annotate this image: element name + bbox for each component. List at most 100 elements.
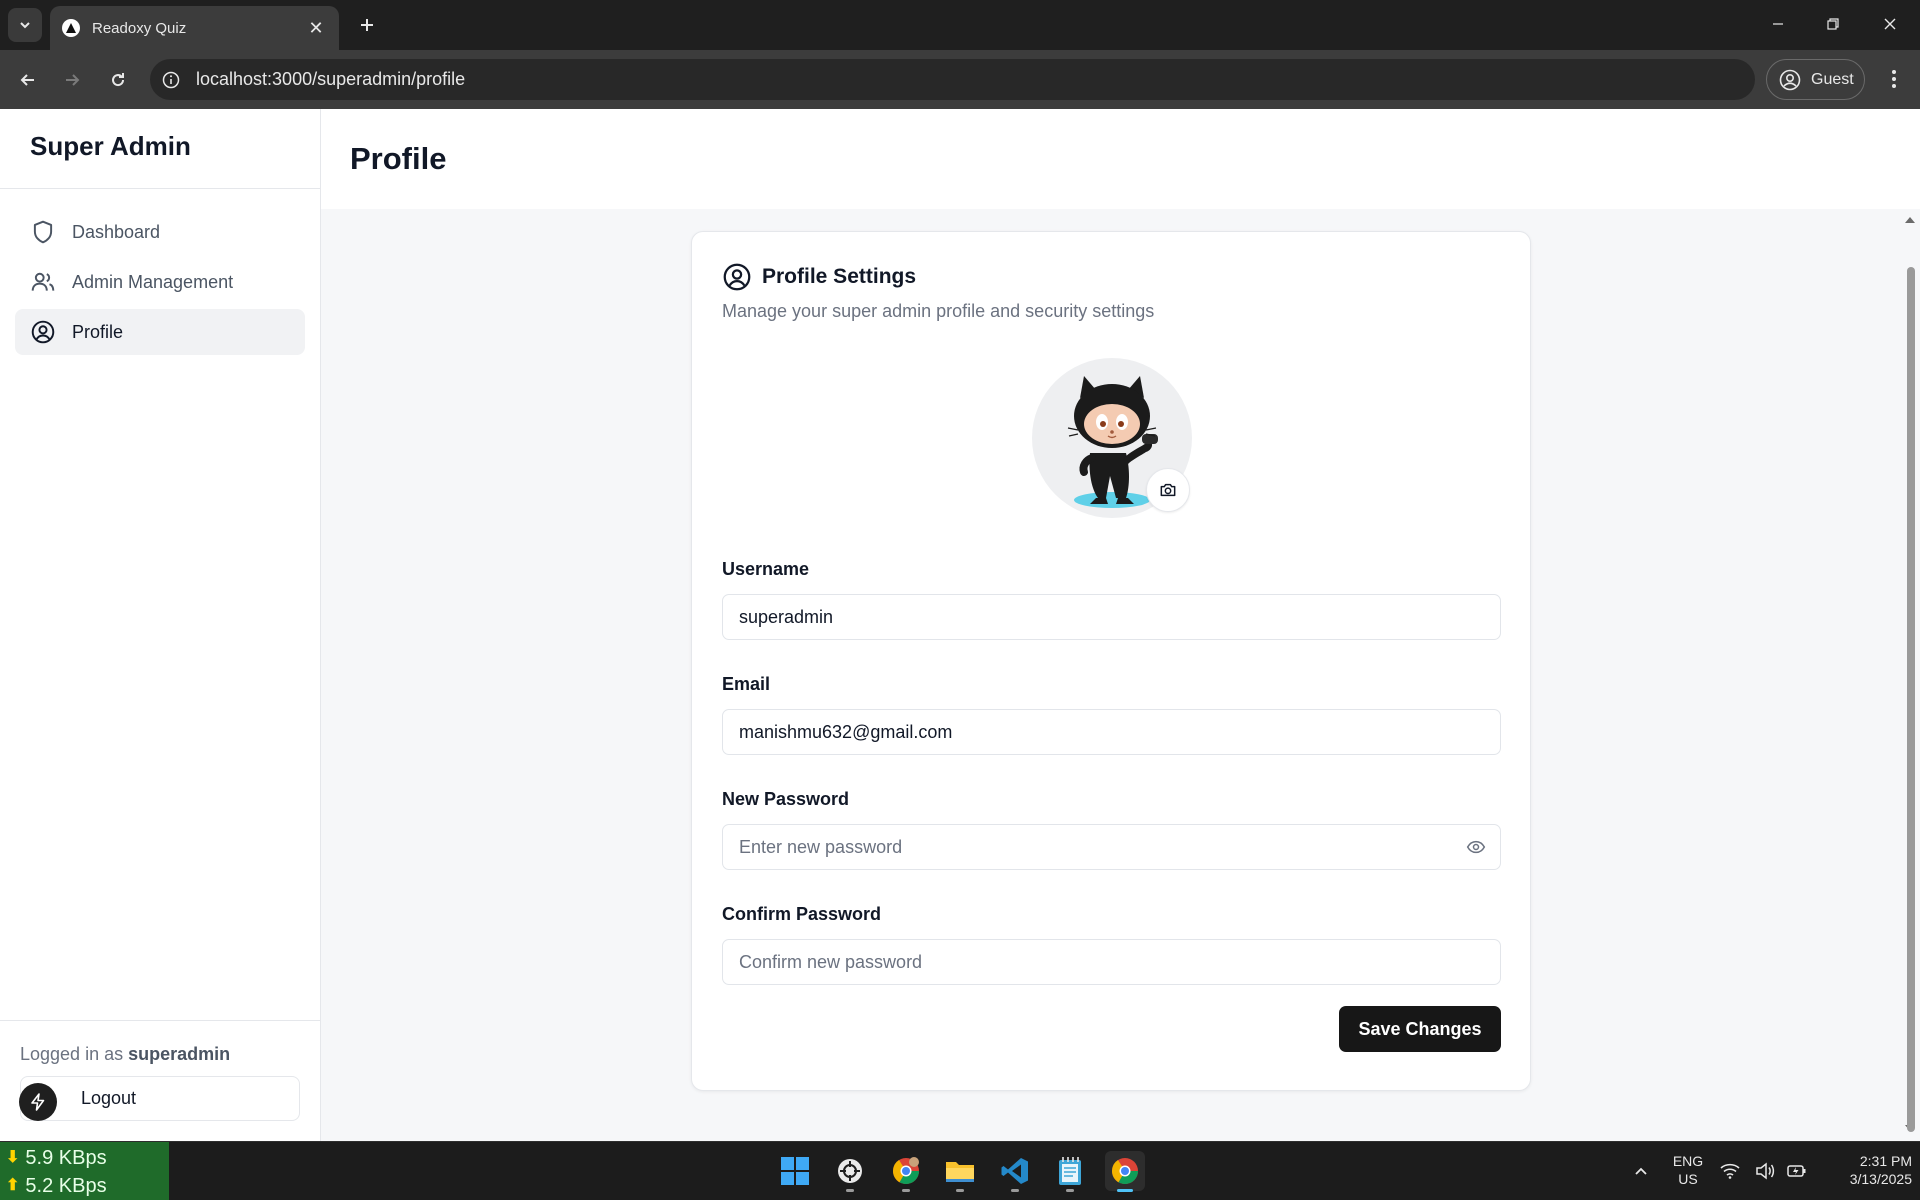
divider (0, 188, 320, 189)
taskbar-chrome-profile[interactable] (886, 1151, 926, 1191)
chrome-icon (892, 1157, 920, 1185)
reload-button[interactable] (102, 64, 134, 96)
scroll-up-icon[interactable] (1900, 213, 1920, 227)
new-password-label: New Password (722, 789, 850, 809)
profile-label: Guest (1811, 70, 1854, 88)
battery-status[interactable] (1782, 1151, 1812, 1191)
toggle-password-visibility-button[interactable] (1462, 824, 1490, 870)
address-bar[interactable]: localhost:3000/superadmin/profile (150, 59, 1755, 100)
minimize-button[interactable] (1758, 8, 1798, 40)
show-hidden-icons-button[interactable] (1621, 1151, 1661, 1191)
minimize-icon (1773, 23, 1783, 25)
language-primary: ENG (1672, 1153, 1704, 1169)
users-icon (31, 272, 55, 291)
running-indicator (846, 1189, 854, 1192)
volume-icon (1756, 1162, 1775, 1180)
card-title: Profile Settings (762, 265, 917, 288)
upload-arrow-icon: ⬆ (6, 1177, 20, 1194)
email-field[interactable]: manishmu632@gmail.com (722, 709, 1501, 755)
forward-button[interactable] (56, 64, 88, 96)
logged-in-status: Logged in as superadmin (20, 1044, 230, 1065)
running-indicator (956, 1189, 964, 1192)
taskbar-file-explorer[interactable] (940, 1151, 980, 1191)
sidebar-item-admin-management[interactable]: Admin Management (15, 259, 305, 305)
running-indicator (902, 1189, 910, 1192)
profile-settings-card: Profile Settings Manage your super admin… (691, 231, 1531, 1091)
taskbar-chrome-active[interactable] (1105, 1151, 1145, 1191)
brand-title: Super Admin (30, 131, 191, 161)
logout-button[interactable]: Logout (20, 1076, 300, 1121)
page-title: Profile (350, 141, 447, 176)
reload-icon (112, 73, 125, 87)
browser-menu-button[interactable] (1880, 62, 1908, 96)
dev-tools-badge[interactable] (19, 1083, 57, 1121)
chatgpt-icon (838, 1159, 862, 1183)
taskbar-chatgpt[interactable] (830, 1151, 870, 1191)
new-tab-button[interactable] (352, 10, 382, 40)
sidebar-item-label: Profile (72, 321, 124, 342)
restore-button[interactable] (1813, 8, 1853, 40)
active-indicator (1117, 1189, 1133, 1192)
download-speed: ⬇ 5.9 KBps (6, 1144, 163, 1172)
close-tab-icon[interactable]: ✕ (305, 18, 327, 39)
more-vertical-icon (1892, 70, 1896, 88)
wifi-status[interactable] (1715, 1151, 1745, 1191)
user-circle-icon (723, 263, 751, 291)
email-value: manishmu632@gmail.com (739, 721, 953, 742)
network-speed-widget: ⬇ 5.9 KBps ⬆ 5.2 KBps (0, 1142, 169, 1200)
running-indicator (1011, 1189, 1019, 1192)
sidebar: Super Admin Dashboard Admin Management P… (0, 109, 321, 1141)
logged-in-prefix: Logged in as (20, 1044, 124, 1064)
notepad-icon (1059, 1157, 1081, 1185)
new-password-field[interactable]: Enter new password (722, 824, 1501, 870)
confirm-password-placeholder: Confirm new password (739, 951, 923, 972)
start-button[interactable] (775, 1151, 815, 1191)
card-subtitle: Manage your super admin profile and secu… (722, 301, 1155, 321)
download-arrow-icon: ⬇ (6, 1149, 20, 1166)
upload-speed-value: 5.2 KBps (25, 1175, 107, 1197)
taskbar-vscode[interactable] (995, 1151, 1035, 1191)
close-window-button[interactable] (1870, 8, 1910, 40)
logout-label: Logout (81, 1088, 137, 1108)
change-avatar-button[interactable] (1146, 468, 1190, 512)
clock-date: 3/13/2025 (1849, 1171, 1912, 1187)
battery-charging-icon (1787, 1165, 1806, 1177)
chrome-icon (1111, 1158, 1139, 1185)
sidebar-item-label: Dashboard (72, 221, 161, 242)
confirm-password-field[interactable]: Confirm new password (722, 939, 1501, 985)
clock-time: 2:31 PM (1859, 1153, 1912, 1169)
person-circle-icon (1779, 69, 1801, 90)
camera-icon (1160, 483, 1176, 497)
tab-search-button[interactable] (8, 8, 42, 42)
browser-tab[interactable]: Readoxy Quiz ✕ (50, 6, 339, 50)
sidebar-item-profile[interactable]: Profile (15, 309, 305, 355)
browser-tab-bar: Readoxy Quiz ✕ (0, 0, 1920, 50)
username-value: superadmin (739, 606, 834, 627)
bolt-icon (31, 1093, 45, 1111)
eye-icon (1466, 840, 1486, 854)
logged-in-user: superadmin (128, 1044, 231, 1064)
language-indicator[interactable]: ENG US (1660, 1152, 1716, 1188)
clock[interactable]: 2:31 PM 3/13/2025 (1822, 1152, 1912, 1188)
scroll-thumb[interactable] (1907, 267, 1915, 1132)
email-label: Email (722, 674, 771, 694)
volume-status[interactable] (1750, 1151, 1780, 1191)
favicon-icon (62, 19, 80, 37)
folder-icon (946, 1162, 974, 1182)
profile-button[interactable]: Guest (1766, 59, 1865, 100)
save-changes-button[interactable]: Save Changes (1339, 1006, 1501, 1052)
running-indicator (1066, 1189, 1074, 1192)
arrow-left-icon (20, 74, 34, 86)
url-text: localhost:3000/superadmin/profile (196, 69, 466, 89)
restore-icon (1827, 18, 1839, 30)
card-header: Profile Settings (722, 262, 916, 292)
confirm-password-label: Confirm Password (722, 904, 882, 924)
back-button[interactable] (12, 64, 44, 96)
tab-title: Readoxy Quiz (92, 19, 187, 37)
wifi-icon (1720, 1163, 1740, 1179)
taskbar-notepad[interactable] (1050, 1151, 1090, 1191)
site-info-icon[interactable] (162, 71, 180, 89)
username-field[interactable]: superadmin (722, 594, 1501, 640)
sidebar-item-dashboard[interactable]: Dashboard (15, 209, 305, 255)
language-secondary: US (1678, 1171, 1698, 1187)
